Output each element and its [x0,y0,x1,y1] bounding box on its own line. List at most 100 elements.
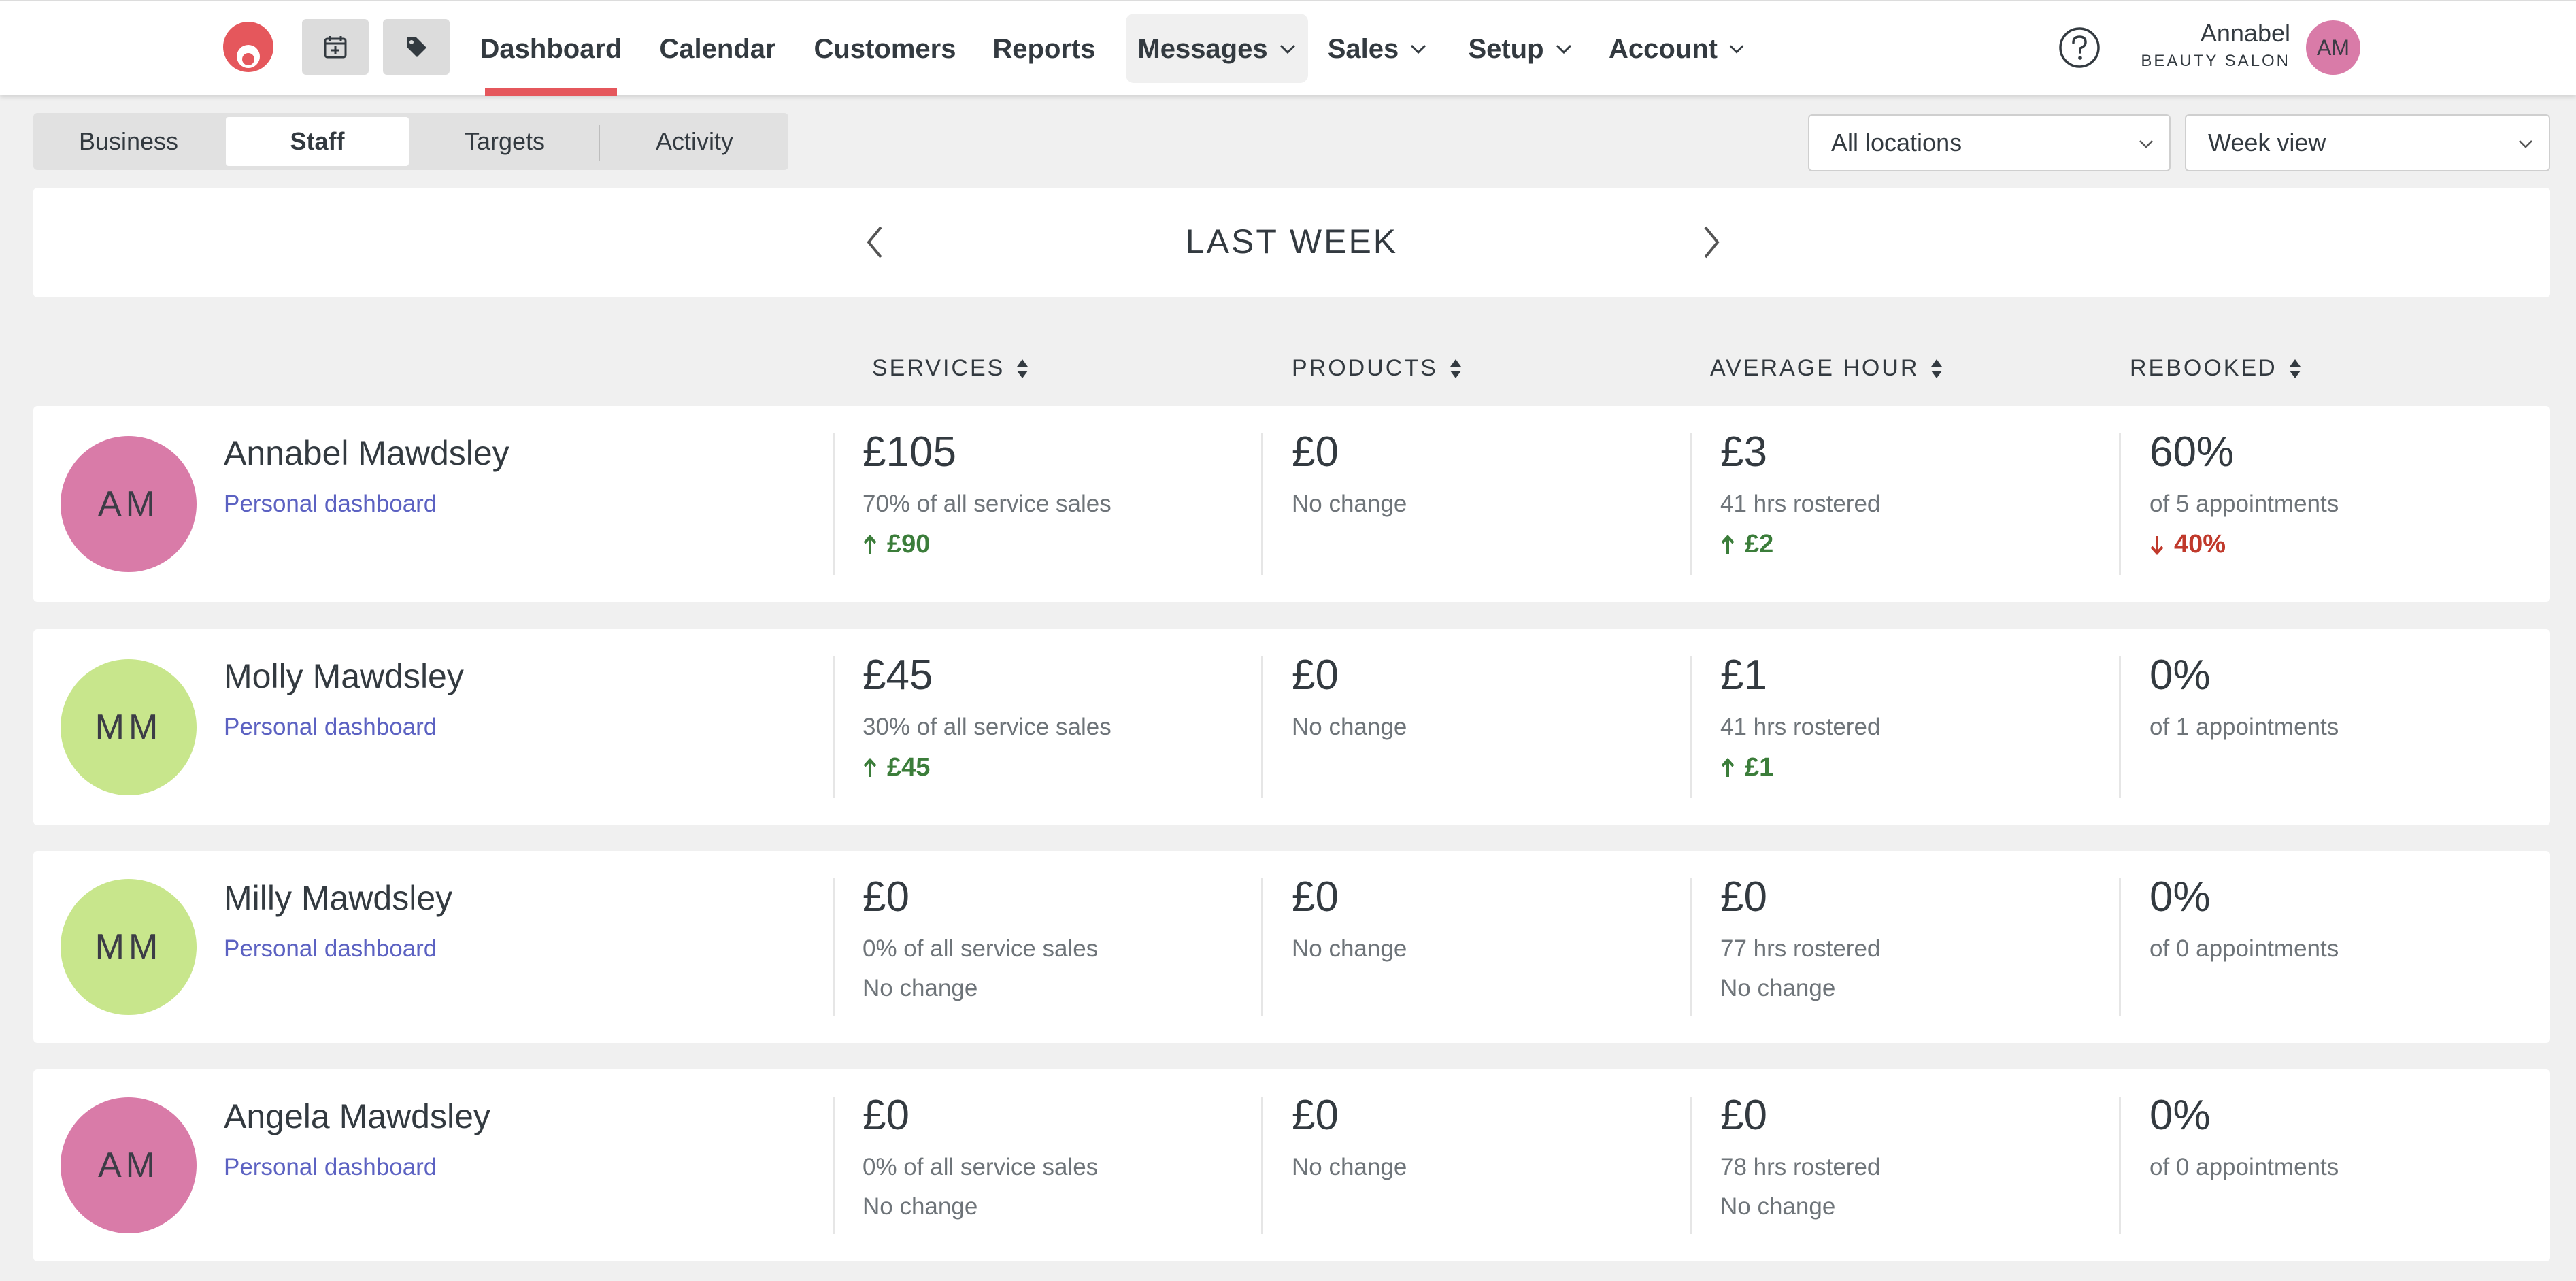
tab-staff[interactable]: Staff [226,117,409,166]
hours-rostered: 41 hrs rostered [1720,490,1881,517]
staff-card-2: MM Molly Mawdsley Personal dashboard £45… [33,629,2550,825]
services-share: 0% of all service sales [863,1154,1099,1180]
chevron-down-icon [1556,44,1571,54]
average-hour-value: £1 [1720,652,1767,699]
staff-avatar: AM [61,1097,197,1233]
period-label: LAST WEEK [1185,222,1399,261]
avatar-initials: MM [95,708,163,747]
brand-logo-icon[interactable] [222,20,275,73]
avatar-initials: AM [2317,35,2349,60]
nav-customers[interactable]: Customers [813,1,957,97]
sort-icon [1450,359,1461,378]
column-divider [1261,656,1263,798]
active-nav-indicator [485,88,617,96]
services-share: 0% of all service sales [863,935,1099,962]
staff-name: Molly Mawdsley [224,657,464,695]
column-header-products[interactable]: PRODUCTS [1292,355,1462,382]
chevron-down-icon [2519,140,2532,148]
arrow-up-icon [863,757,877,777]
arrow-down-icon [2150,535,2164,555]
average-hour-change: No change [1720,1193,1836,1220]
column-divider [1690,878,1692,1016]
rebooked-value: 0% [2150,1092,2211,1139]
tab-divider [599,125,600,161]
nav-sales[interactable]: Sales [1326,1,1428,97]
chevron-down-icon [1279,44,1295,54]
services-value: £105 [863,429,956,476]
personal-dashboard-link[interactable]: Personal dashboard [224,714,437,741]
new-sale-button[interactable] [383,19,450,75]
column-divider [833,878,835,1016]
column-divider [833,433,835,575]
hours-rostered: 77 hrs rostered [1720,935,1881,962]
view-select[interactable]: Week view [2185,114,2550,171]
tab-activity[interactable]: Activity [601,113,788,170]
avatar-initials: MM [95,927,163,967]
column-divider [1690,656,1692,798]
column-header-services[interactable]: SERVICES [872,355,1029,382]
average-hour-change: No change [1720,975,1836,1001]
staff-card-4: AM Angela Mawdsley Personal dashboard £0… [33,1069,2550,1261]
column-divider [2119,433,2121,575]
staff-name: Annabel Mawdsley [224,434,509,472]
personal-dashboard-link[interactable]: Personal dashboard [224,490,437,518]
location-select[interactable]: All locations [1808,114,2171,171]
rebooked-change: 40% [2150,530,2226,559]
nav-dashboard[interactable]: Dashboard [480,1,622,97]
sort-icon [2289,359,2301,378]
user-avatar[interactable]: AM [2306,20,2360,75]
average-hour-value: £0 [1720,1092,1767,1139]
column-header-rebooked[interactable]: REBOOKED [2130,355,2302,382]
dashboard-subtabs: Business Staff Targets Activity [33,113,788,170]
nav-messages[interactable]: Messages [1126,1,1308,97]
help-icon[interactable] [2058,26,2101,69]
chevron-right-icon[interactable] [1700,223,1723,261]
average-hour-change: £2 [1720,530,1773,559]
products-change: No change [1292,490,1407,517]
user-name[interactable]: Annabel [2201,19,2290,48]
nav-reports[interactable]: Reports [986,1,1102,97]
services-value: £0 [863,1092,909,1139]
tab-business[interactable]: Business [33,113,224,170]
column-divider [1690,433,1692,575]
chevron-down-icon [1729,45,1744,54]
staff-avatar: MM [61,879,197,1015]
hours-rostered: 78 hrs rostered [1720,1154,1881,1180]
rebooked-value: 60% [2150,429,2235,476]
column-divider [2119,878,2121,1016]
nav-setup[interactable]: Setup [1466,1,1575,97]
column-divider [833,1097,835,1234]
rebooked-value: 0% [2150,874,2211,920]
products-value: £0 [1292,429,1339,476]
staff-card-3: MM Milly Mawdsley Personal dashboard £0 … [33,851,2550,1043]
nav-account[interactable]: Account [1609,1,1745,97]
column-divider [1261,433,1263,575]
services-change: No change [863,975,978,1001]
sort-icon [1017,359,1028,378]
staff-card-1: AM Annabel Mawdsley Personal dashboard £… [33,406,2550,602]
rebooked-appointments: of 0 appointments [2150,1154,2339,1180]
products-value: £0 [1292,652,1339,699]
tab-targets[interactable]: Targets [411,113,599,170]
staff-avatar: AM [61,436,197,572]
products-change: No change [1292,935,1407,962]
products-change: No change [1292,714,1407,740]
column-header-average-hour[interactable]: AVERAGE HOUR [1710,355,1943,382]
column-divider [833,656,835,798]
rebooked-appointments: of 1 appointments [2150,714,2339,740]
new-appointment-button[interactable] [302,19,369,75]
column-divider [2119,1097,2121,1234]
calendar-add-icon [324,36,347,59]
nav-calendar[interactable]: Calendar [653,1,782,97]
average-hour-value: £0 [1720,874,1767,920]
products-value: £0 [1292,1092,1339,1139]
column-divider [2119,656,2121,798]
products-value: £0 [1292,874,1339,920]
personal-dashboard-link[interactable]: Personal dashboard [224,1154,437,1181]
services-change: £45 [863,753,930,782]
staff-avatar: MM [61,659,197,795]
personal-dashboard-link[interactable]: Personal dashboard [224,935,437,963]
business-name[interactable]: BEAUTY SALON [2141,52,2290,71]
rebooked-value: 0% [2150,652,2211,699]
rebooked-appointments: of 5 appointments [2150,490,2339,517]
